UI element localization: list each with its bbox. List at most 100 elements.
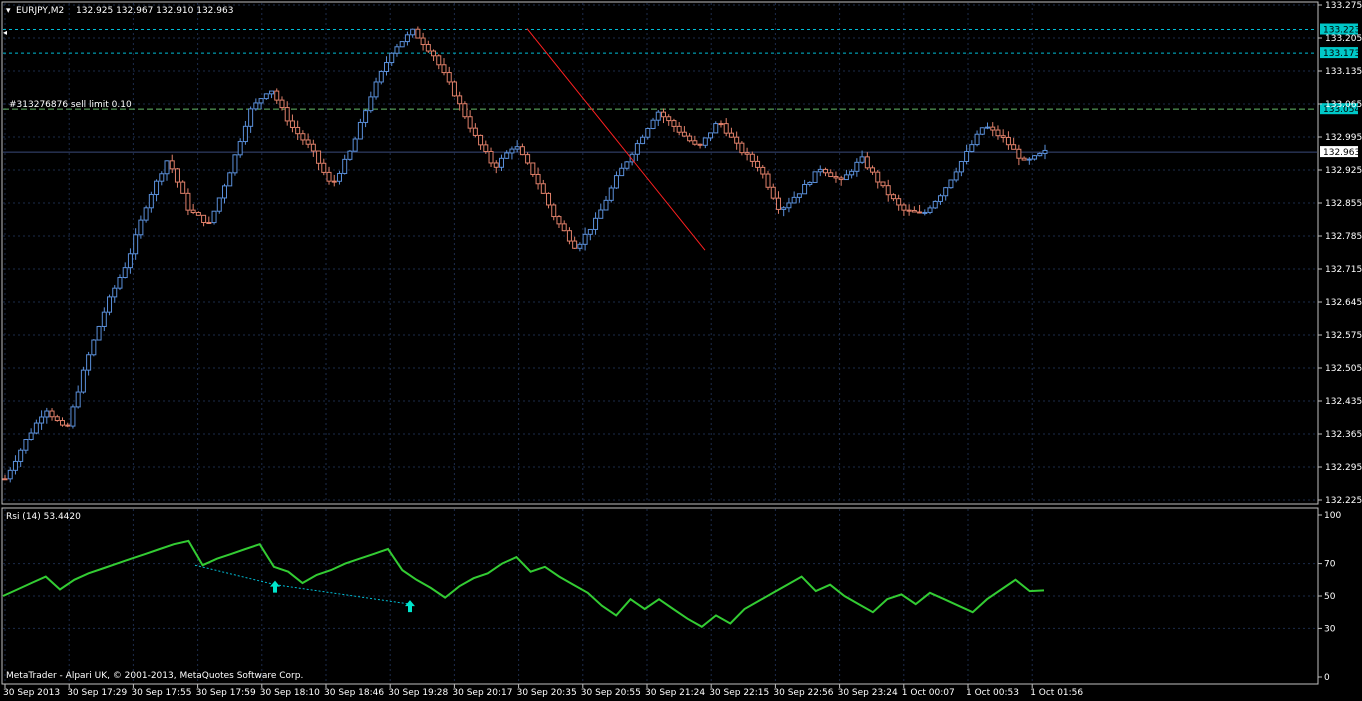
candle-body (117, 277, 123, 289)
candle-body (284, 107, 290, 122)
candle-body (613, 175, 619, 189)
rsi-header: Rsi (14) 53.4420 (6, 512, 81, 522)
x-tick-label: 30 Sep 22:15 (709, 688, 769, 698)
x-tick-label: 30 Sep 20:55 (581, 688, 641, 698)
candle-body (901, 204, 907, 211)
candle-body (12, 460, 18, 471)
candle-body (937, 195, 943, 202)
candle-body (728, 132, 734, 138)
time-axis: 30 Sep 2013 30 Sep 17:29 30 Sep 17:55 30 Se… (3, 684, 1083, 698)
candle-body (404, 34, 410, 43)
candle-body (357, 121, 363, 140)
candle-body (75, 391, 81, 408)
x-tick-label: 30 Sep 20:17 (452, 688, 512, 698)
candle-body (185, 192, 191, 211)
candle-body (791, 196, 797, 204)
candle-body (49, 410, 55, 418)
candle-body (619, 167, 625, 177)
candle-body (979, 127, 985, 135)
candle-body (702, 137, 708, 146)
candle-body (870, 167, 876, 173)
candle-body (164, 160, 170, 175)
candle-body (190, 209, 196, 214)
candle-body (143, 207, 149, 221)
candle-body (39, 416, 45, 424)
chart-window[interactable]: 133.223133.173133.054132.963 133.275133.… (0, 0, 1362, 701)
x-tick-label: 1 Oct 00:53 (966, 688, 1019, 698)
candle-body (854, 161, 860, 172)
candle-body (493, 162, 499, 168)
candle-body (964, 150, 970, 162)
candle-body (572, 240, 578, 249)
candle-body (1011, 144, 1017, 150)
candle-body (1032, 155, 1038, 160)
candle-body (352, 138, 358, 152)
candle-body (18, 449, 24, 462)
candle-body (1005, 136, 1011, 146)
order-label[interactable]: #313276876 sell limit 0.10 (9, 100, 132, 110)
candle-body (958, 160, 964, 173)
candle-body (28, 432, 34, 441)
candle-body (770, 186, 776, 199)
candle-body (681, 131, 687, 137)
price-panel[interactable] (1, 1, 1319, 505)
candle-body (812, 171, 818, 183)
candle-body (180, 181, 186, 194)
candle-body (300, 133, 306, 141)
candle-body (70, 406, 76, 427)
x-tick-label: 1 Oct 00:07 (902, 688, 955, 698)
candle-body (519, 146, 525, 156)
candle-body (655, 111, 661, 121)
candle-body (990, 126, 996, 131)
y-tick-label: 132.645 (1325, 298, 1362, 308)
y-tick-label: 132.295 (1325, 463, 1362, 473)
candle-body (373, 81, 379, 98)
y-tick-label: 133.065 (1325, 100, 1362, 110)
candle-body (885, 185, 891, 196)
candle-body (154, 180, 160, 196)
candle-body (509, 148, 515, 154)
candle-body (624, 161, 630, 169)
candle-body (1016, 148, 1022, 159)
candle-body (91, 339, 97, 356)
candle-body (974, 133, 980, 146)
rsi-tick-label: 0 (1324, 673, 1330, 683)
candle-body (561, 223, 567, 232)
candle-body (786, 202, 792, 209)
y-tick-label: 133.135 (1325, 67, 1362, 77)
candle-body (54, 416, 60, 422)
candle-body (540, 183, 546, 194)
candle-body (253, 102, 259, 110)
candle-body (368, 96, 374, 112)
candle-body (577, 243, 583, 249)
candle-body (279, 99, 285, 109)
candle-body (478, 134, 484, 146)
candle-body (875, 171, 881, 183)
candle-body (101, 311, 107, 327)
x-tick-label: 30 Sep 20:35 (517, 688, 577, 698)
candle-body (248, 108, 254, 127)
candle-body (598, 209, 604, 219)
x-tick-label: 30 Sep 18:46 (324, 688, 384, 698)
candle-body (316, 150, 322, 164)
candle-body (634, 143, 640, 155)
candle-body (749, 153, 755, 162)
candle-body (462, 103, 468, 118)
candle-body (775, 197, 781, 210)
rsi-tick-label: 70 (1324, 560, 1336, 570)
candle-body (697, 143, 703, 146)
candle-body (112, 287, 118, 298)
symbol-menu-icon[interactable]: ▾ (6, 6, 11, 16)
candle-body (425, 44, 431, 52)
candle-body (922, 211, 928, 214)
candle-body (399, 41, 405, 48)
candle-body (7, 469, 13, 480)
y-tick-label: 132.505 (1325, 364, 1362, 374)
candle-body (880, 181, 886, 187)
candle-body (927, 207, 933, 213)
candle-body (86, 354, 92, 371)
candle-body (718, 123, 724, 126)
x-tick-label: 30 Sep 17:29 (67, 688, 127, 698)
candle-body (838, 177, 844, 181)
candle-body (985, 126, 991, 129)
